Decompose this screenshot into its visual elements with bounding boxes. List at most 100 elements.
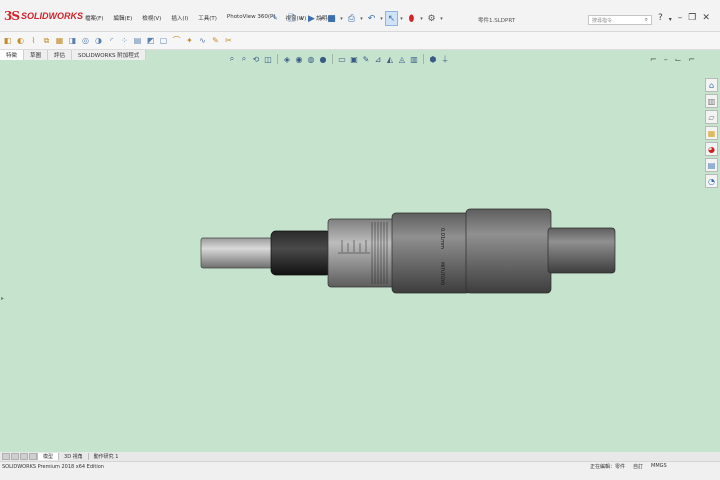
viewport-minimize-icon[interactable]: – [664,55,668,64]
tab-scroll-left-icon[interactable] [2,453,10,460]
cut-icon[interactable]: ✂ [223,34,234,47]
chevron-down-icon[interactable]: ▾ [299,16,304,22]
revolved-cut-icon[interactable]: ◑ [93,34,104,47]
curves-icon[interactable]: ∿ [197,34,208,47]
tab-3d-views[interactable]: 3D 視角 [58,453,88,460]
sweep-icon[interactable]: ⌇ [28,34,39,47]
section-view-icon[interactable]: ◫ [263,55,273,64]
extruded-cut-icon[interactable]: ◨ [67,34,78,47]
sketch-relations-icon[interactable]: ✎ [361,55,371,64]
zoom-area-icon[interactable]: ⌕ [239,54,249,64]
zoom-to-fit-icon[interactable]: ⌕ [227,54,237,64]
revolved-boss-icon[interactable]: ◐ [15,34,26,47]
viewport-restore-icon[interactable]: ⌙ [675,55,682,64]
solidworks-resources-icon[interactable]: ⌂ [705,78,718,92]
logo-text: SOLIDWORKS [21,11,84,21]
chevron-down-icon[interactable]: ▾ [439,16,444,22]
3d-cube-icon[interactable]: ⬢ [428,55,438,64]
hide-show-items-icon[interactable]: ◍ [306,55,316,64]
draft-icon[interactable]: ◩ [145,34,156,47]
options-gear-icon[interactable]: ⚙ [425,11,438,26]
dimension-view-icon[interactable]: ⊿ [373,55,383,64]
view-settings-icon[interactable]: ▣ [349,55,359,64]
edit-appearance-icon[interactable]: ● [318,55,328,64]
tab-motion-study[interactable]: 動作研究 1 [87,453,124,460]
help-icon[interactable]: ? [658,13,663,23]
pattern-icon[interactable]: ⁘ [119,34,130,47]
mounting-stem[interactable] [547,227,616,274]
chevron-down-icon[interactable]: ▾ [339,16,344,22]
rib-icon[interactable]: ▤ [132,34,143,47]
tab-scroll-last-icon[interactable] [29,453,37,460]
chevron-down-icon[interactable]: ▾ [359,16,364,22]
clamp-nut[interactable] [465,208,552,294]
tab-scroll-first-icon[interactable] [20,453,28,460]
wrap-icon[interactable]: ⌒ [171,34,182,47]
menu-view[interactable]: 檢視(V) [137,14,166,22]
tab-evaluate[interactable]: 評估 [48,50,73,60]
status-custom[interactable]: 自訂 [633,463,643,470]
chevron-down-icon[interactable]: ▾ [669,13,672,23]
tab-scroll-right-icon[interactable] [11,453,19,460]
shell-icon[interactable]: ▢ [158,34,169,47]
shadows-icon[interactable]: ◭ [385,55,395,64]
instant3d-icon[interactable]: ✎ [210,34,221,47]
chevron-down-icon[interactable]: ▾ [419,16,424,22]
minimize-icon[interactable]: – [678,13,683,23]
rebuild-icon[interactable]: ⬮ [405,11,418,26]
extruded-boss-icon[interactable]: ◧ [2,34,13,47]
apply-scene-icon[interactable]: ▭ [337,55,347,64]
previous-view-icon[interactable]: ⟲ [251,55,261,64]
print-icon[interactable]: ⎙ [345,11,358,26]
viewport-tile-icon[interactable]: ⌐ [650,55,657,64]
restore-icon[interactable]: ❐ [688,13,696,23]
save-icon[interactable]: ■ [325,11,338,26]
forum-icon[interactable]: ◔ [705,174,718,188]
design-library-icon[interactable]: ▥ [705,94,718,108]
pin-view-icon[interactable]: ⍊ [440,54,450,64]
sleeve[interactable] [391,212,471,294]
loft-icon[interactable]: ⧉ [41,34,52,47]
display-style-icon[interactable]: ◉ [294,55,304,64]
graphics-area[interactable]: 0.01mm MITUTOYO ▸ ↖ [0,50,720,480]
appearances-icon[interactable]: ◕ [705,142,718,156]
reference-geometry-icon[interactable]: ✦ [184,34,195,47]
solidworks-logo[interactable]: 3S SOLIDWORKS [4,8,83,24]
close-icon[interactable]: ✕ [702,13,710,23]
custom-properties-icon[interactable]: ▤ [705,158,718,172]
spindle[interactable] [200,237,276,269]
viewport-close-icon[interactable]: ⌐ [688,55,695,64]
new-document-icon[interactable]: 🗋 [285,11,298,26]
tab-sketch[interactable]: 草圖 [24,50,49,60]
select-cursor-icon[interactable]: ↖ [385,11,398,26]
ratchet-knob[interactable] [270,230,332,276]
chevron-down-icon[interactable]: ▾ [399,16,404,22]
search-commands-input[interactable]: 搜尋指令 ⌕ [588,15,652,25]
file-explorer-icon[interactable]: ▱ [705,110,718,124]
menu-file[interactable]: 檔案(F) [80,14,108,22]
fillet-icon[interactable]: ◜ [106,34,117,47]
boundary-icon[interactable]: ▦ [54,34,65,47]
search-icon[interactable]: ⌕ [645,16,648,24]
menu-tools[interactable]: 工具(T) [193,14,222,22]
viewport-window-controls: ⌐ – ⌙ ⌐ [650,55,695,64]
tab-model[interactable]: 模型 [37,453,59,460]
perspective-icon[interactable]: ◬ [397,55,407,64]
chevron-down-icon[interactable]: ▾ [379,16,384,22]
open-folder-icon[interactable]: ▶ [305,11,318,26]
view-orientation-icon[interactable]: ◈ [282,55,292,64]
quick-access-toolbar: 🗋 ▾ ▶ ▾ ■ ▾ ⎙ ▾ ↶ ▾ ↖ ▾ ⬮ ▾ ⚙ ▾ [285,11,444,26]
cartoon-icon[interactable]: ▥ [409,55,419,64]
pin-icon[interactable]: ✎ [272,14,278,22]
expand-tree-arrow-icon[interactable]: ▸ [1,295,4,302]
tab-addins[interactable]: SOLIDWORKS 附加程式 [72,50,147,60]
menu-edit[interactable]: 編輯(E) [108,14,137,22]
micrometer-head-model[interactable]: 0.01mm MITUTOYO [0,50,720,452]
view-palette-icon[interactable]: ▦ [705,126,718,140]
chevron-down-icon[interactable]: ▾ [319,16,324,22]
tab-features[interactable]: 特徵 [0,50,25,60]
undo-icon[interactable]: ↶ [365,11,378,26]
hole-wizard-icon[interactable]: ◎ [80,34,91,47]
menu-insert[interactable]: 插入(I) [166,14,193,22]
unit-system[interactable]: MMGS [651,463,667,470]
